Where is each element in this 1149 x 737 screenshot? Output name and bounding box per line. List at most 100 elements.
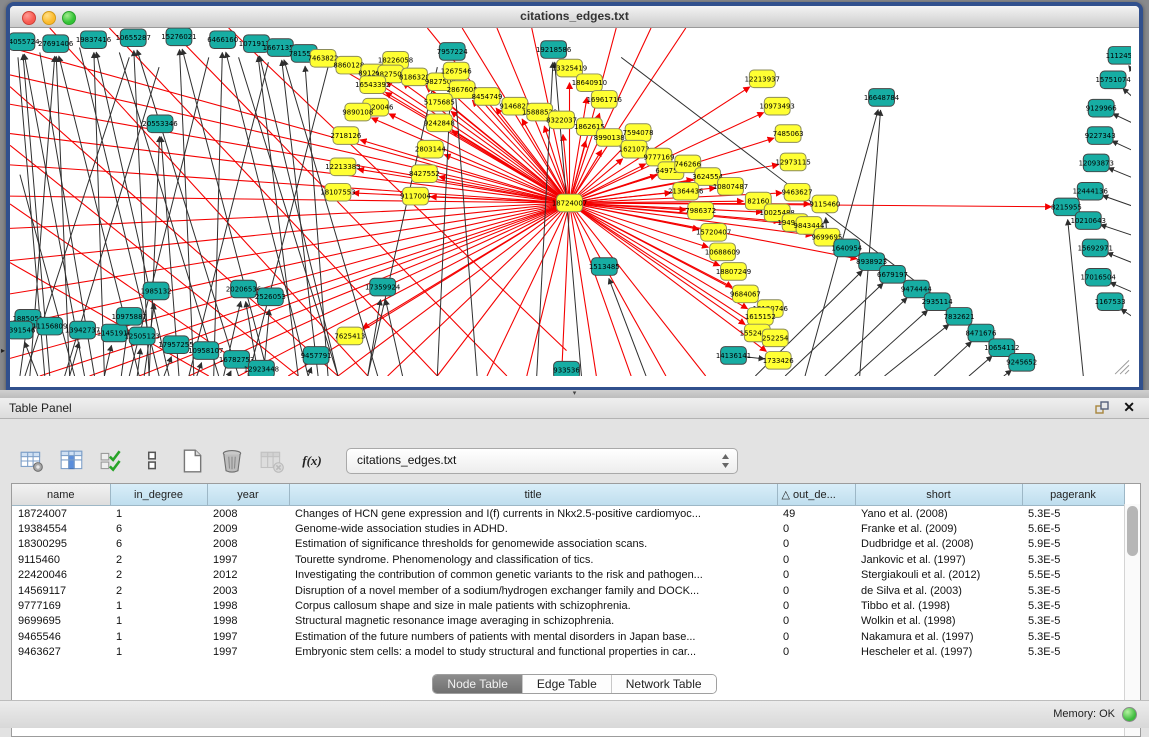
table-cell[interactable]: 0 bbox=[777, 552, 855, 567]
table-row[interactable]: 946554611997Estimation of the future num… bbox=[12, 629, 1124, 644]
table-cell[interactable]: Disruption of a novel member of a sodium… bbox=[289, 583, 777, 598]
table-cell[interactable]: 18724007 bbox=[12, 506, 110, 522]
table-cell[interactable]: 0 bbox=[777, 583, 855, 598]
panel-collapse-arrow-icon[interactable]: ▸ bbox=[1, 346, 5, 355]
table-cell[interactable]: 19384554 bbox=[12, 521, 110, 536]
table-cell[interactable]: 2 bbox=[110, 552, 207, 567]
split-divider[interactable]: ▾ bbox=[0, 390, 1149, 398]
table-cell[interactable]: Corpus callosum shape and size in male p… bbox=[289, 598, 777, 613]
table-cell[interactable]: 18300295 bbox=[12, 537, 110, 552]
network-node[interactable]: 9117004 bbox=[400, 187, 431, 205]
table-cell[interactable]: 9465546 bbox=[12, 629, 110, 644]
column-header-in_degree[interactable]: in_degree bbox=[110, 484, 207, 506]
new-document-button[interactable] bbox=[179, 448, 205, 474]
network-node[interactable]: 16648784 bbox=[864, 89, 899, 107]
table-cell[interactable]: 6 bbox=[110, 537, 207, 552]
table-cell[interactable]: 1 bbox=[110, 598, 207, 613]
table-cell[interactable]: Structural magnetic resonance image aver… bbox=[289, 614, 777, 629]
network-node[interactable]: 7625413 bbox=[334, 327, 365, 345]
network-node[interactable]: 15751074 bbox=[1095, 71, 1130, 89]
network-node[interactable]: 2718126 bbox=[330, 127, 361, 145]
table-cell[interactable]: Estimation of significance thresholds fo… bbox=[289, 537, 777, 552]
table-cell[interactable]: 2008 bbox=[207, 537, 289, 552]
table-cell[interactable]: 0 bbox=[777, 568, 855, 583]
table-cell[interactable]: Investigating the contribution of common… bbox=[289, 568, 777, 583]
tab-node-table[interactable]: Node Table bbox=[433, 675, 522, 693]
table-cell[interactable]: 2009 bbox=[207, 521, 289, 536]
row-height-button[interactable] bbox=[139, 448, 165, 474]
network-node[interactable]: 1167533 bbox=[1095, 293, 1126, 311]
network-node[interactable]: 252254 bbox=[762, 329, 788, 347]
network-node[interactable]: 20553346 bbox=[142, 115, 177, 133]
network-node[interactable]: 10807487 bbox=[713, 178, 748, 196]
close-panel-icon[interactable]: ✕ bbox=[1123, 399, 1135, 416]
table-cell[interactable]: 5.9E-5 bbox=[1022, 537, 1124, 552]
table-row[interactable]: 1938455462009Genome-wide association stu… bbox=[12, 521, 1124, 536]
network-node[interactable]: 12444136 bbox=[1073, 182, 1108, 200]
table-cell[interactable]: 1998 bbox=[207, 614, 289, 629]
network-node[interactable]: 12973115 bbox=[775, 153, 810, 171]
function-builder-button[interactable]: f(x) bbox=[299, 448, 325, 474]
network-node[interactable]: 27691406 bbox=[38, 35, 73, 53]
table-cell[interactable]: 0 bbox=[777, 521, 855, 536]
network-node[interactable]: 24055724 bbox=[10, 33, 40, 51]
table-cell[interactable]: Tourette syndrome. Phenomenology and cla… bbox=[289, 552, 777, 567]
table-cell[interactable]: 0 bbox=[777, 645, 855, 660]
select-functions-button[interactable] bbox=[99, 448, 125, 474]
network-node[interactable]: 17359924 bbox=[365, 278, 400, 296]
network-node[interactable]: 7594078 bbox=[623, 124, 654, 142]
table-cell[interactable]: Yano et al. (2008) bbox=[855, 506, 1022, 522]
column-header-title[interactable]: title bbox=[289, 484, 777, 506]
network-node[interactable]: 6466160 bbox=[207, 31, 238, 49]
table-cell[interactable]: 6 bbox=[110, 521, 207, 536]
table-cell[interactable]: Wolkin et al. (1998) bbox=[855, 614, 1022, 629]
network-node[interactable]: 18807249 bbox=[716, 263, 751, 281]
table-row[interactable]: 2242004622012Investigating the contribut… bbox=[12, 568, 1124, 583]
network-node[interactable]: 8322037 bbox=[546, 111, 577, 129]
network-node[interactable]: 2526053 bbox=[255, 288, 286, 306]
network-node[interactable]: 8427552 bbox=[409, 165, 440, 183]
network-node[interactable]: 5175685 bbox=[424, 93, 455, 111]
table-cell[interactable]: 0 bbox=[777, 614, 855, 629]
table-cell[interactable]: 1997 bbox=[207, 629, 289, 644]
network-node[interactable]: 9242848 bbox=[424, 114, 455, 132]
table-cell[interactable]: 5.5E-5 bbox=[1022, 568, 1124, 583]
window-resize-grip[interactable] bbox=[1115, 360, 1129, 374]
table-cell[interactable]: 5.3E-5 bbox=[1022, 583, 1124, 598]
network-node[interactable]: 2803144 bbox=[415, 140, 446, 158]
delete-button[interactable] bbox=[219, 448, 245, 474]
table-cell[interactable]: Jankovic et al. (1997) bbox=[855, 552, 1022, 567]
table-cell[interactable]: Franke et al. (2009) bbox=[855, 521, 1022, 536]
table-cell[interactable]: 5.3E-5 bbox=[1022, 645, 1124, 660]
network-node[interactable]: 8990138 bbox=[594, 129, 625, 147]
network-node[interactable]: 16961716 bbox=[587, 91, 622, 109]
table-cell[interactable]: Dudbridge et al. (2008) bbox=[855, 537, 1022, 552]
network-node[interactable]: 1112456 bbox=[1106, 47, 1131, 65]
table-cell[interactable]: Stergiakouli et al. (2012) bbox=[855, 568, 1022, 583]
table-cell[interactable]: 1 bbox=[110, 645, 207, 660]
network-canvas[interactable]: 2405572427691406198374161065528715276021… bbox=[10, 28, 1131, 376]
table-cell[interactable]: Nakamura et al. (1997) bbox=[855, 629, 1022, 644]
column-header-name[interactable]: name bbox=[12, 484, 110, 506]
network-node[interactable]: 7832621 bbox=[944, 308, 975, 326]
table-row[interactable]: 977716911998Corpus callosum shape and si… bbox=[12, 598, 1124, 613]
network-node[interactable]: 9890108 bbox=[342, 103, 373, 121]
network-node[interactable]: 19837416 bbox=[76, 31, 111, 49]
network-node[interactable]: 14136141 bbox=[716, 347, 751, 365]
network-node[interactable]: 9684067 bbox=[730, 285, 761, 303]
network-node[interactable]: 21364436 bbox=[668, 182, 703, 200]
table-cell[interactable]: 9115460 bbox=[12, 552, 110, 567]
table-cell[interactable]: 9777169 bbox=[12, 598, 110, 613]
network-node[interactable]: 9457791 bbox=[301, 347, 332, 365]
table-cell[interactable]: 1 bbox=[110, 506, 207, 522]
network-node[interactable]: 15276021 bbox=[161, 28, 196, 46]
network-node[interactable]: 1513485 bbox=[589, 258, 620, 276]
table-cell[interactable]: 1 bbox=[110, 614, 207, 629]
table-cell[interactable]: 1997 bbox=[207, 645, 289, 660]
column-header-pagerank[interactable]: pagerank bbox=[1022, 484, 1124, 506]
network-node[interactable]: 18107553 bbox=[320, 183, 355, 201]
scrollbar-thumb[interactable] bbox=[1127, 506, 1138, 556]
node-table-grid[interactable]: namein_degreeyeartitle△ out_de...shortpa… bbox=[12, 484, 1125, 660]
network-node[interactable]: 7957224 bbox=[437, 43, 468, 61]
table-selector[interactable]: citations_edges.txt bbox=[346, 448, 738, 474]
